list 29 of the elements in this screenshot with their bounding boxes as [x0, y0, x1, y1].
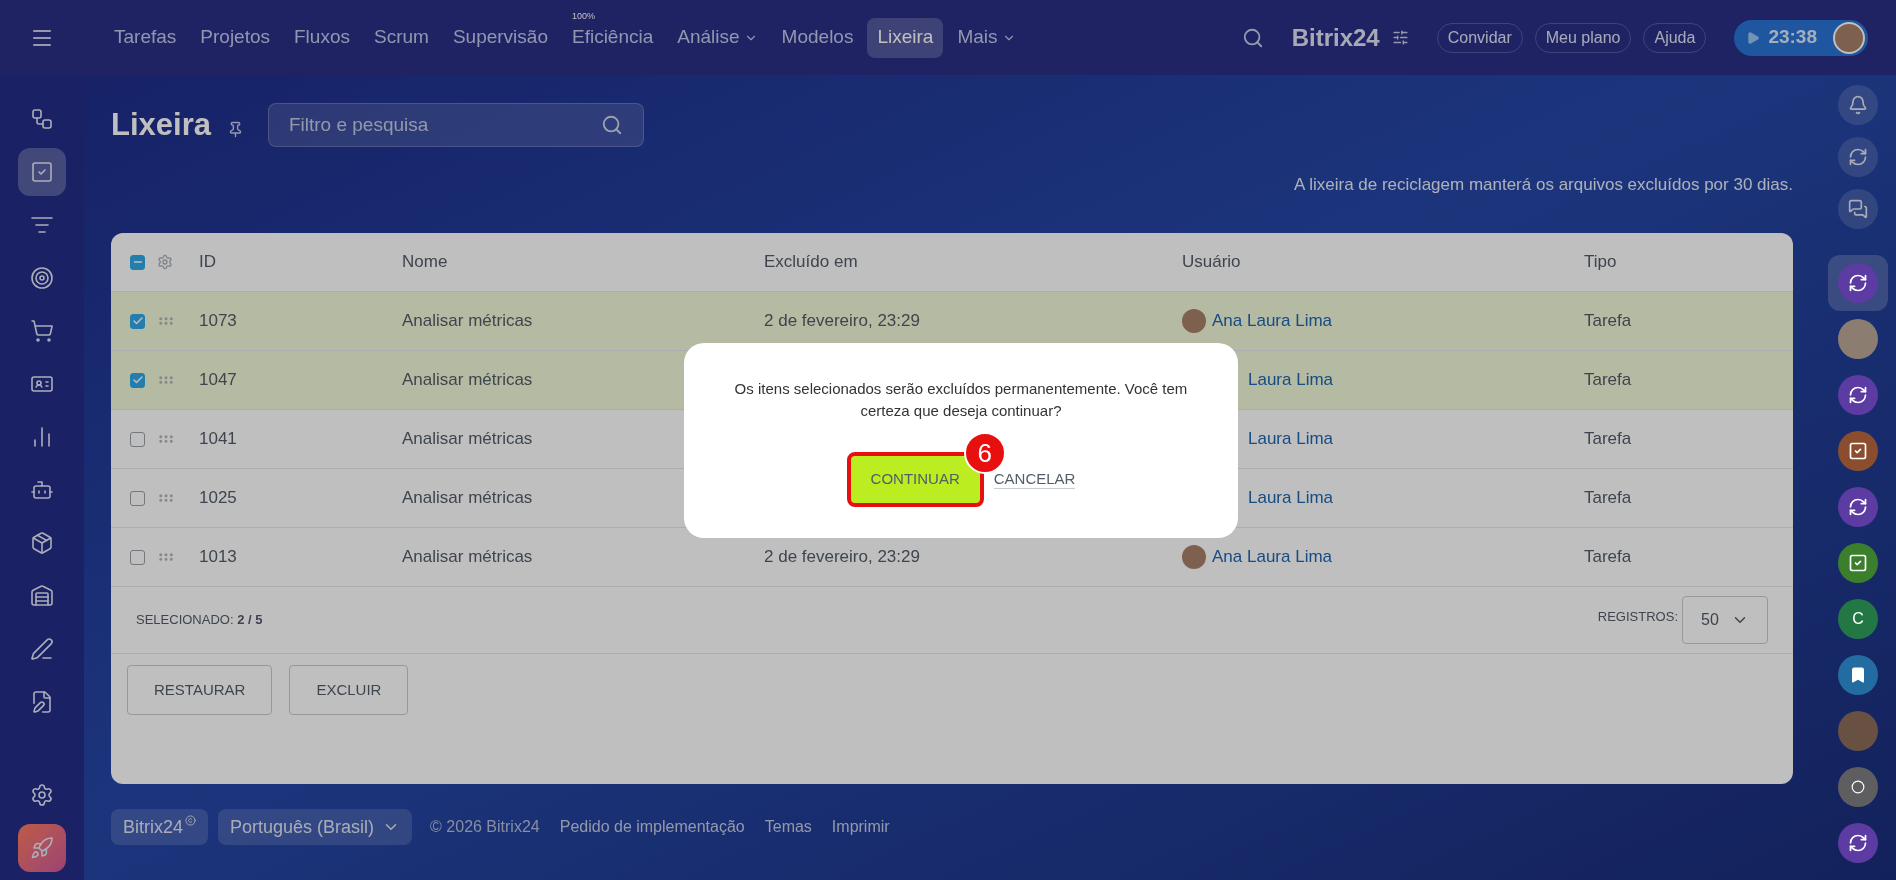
- table-cell-text: Tarefa: [1584, 487, 1632, 510]
- table-cell-text: Analisar métricas: [402, 310, 533, 333]
- selected-label: SELECIONADO: 2 / 5: [136, 611, 263, 630]
- table-cell-text: Analisar métricas: [402, 428, 533, 451]
- table-cell-text: Tarefa: [1584, 310, 1632, 333]
- table-cell-text: Analisar métricas: [402, 369, 533, 392]
- page-title: Lixeira: [111, 105, 211, 144]
- table-cell-text: Analisar métricas: [402, 546, 533, 569]
- copyright-text: © 2026 Bitrix24: [430, 817, 540, 837]
- table-cell-text: 1025: [199, 487, 237, 510]
- search-placeholder: Filtro e pesquisa: [288, 112, 430, 137]
- table-cell-text: Tarefa: [1584, 546, 1632, 569]
- dialog-message: Os itens selecionados serão excluídos permanentemente. Você tem certeza que deseja continuar?: [733, 379, 1189, 421]
- table-cell-text: Tarefa: [1584, 369, 1632, 392]
- step-badge: 6: [963, 432, 1006, 474]
- table-cell-text: Tarefa: [1584, 428, 1632, 451]
- table-cell-text: 1013: [199, 546, 237, 569]
- table-cell-text: Analisar métricas: [402, 487, 533, 510]
- table-cell: 2 de fevereiro, 23:29: [764, 547, 920, 567]
- info-text: A lixeira de reciclagem manterá os arquivos excluídos por 30 dias.: [1294, 174, 1793, 197]
- chat-letter: C: [1852, 609, 1864, 629]
- table-cell-text: 1073: [199, 310, 237, 333]
- logo-text: Bitrix24: [1291, 22, 1380, 53]
- nav-percent-label: 100%: [571, 9, 595, 23]
- table-cell-text: 1041: [199, 428, 237, 451]
- table-cell-text: 1047: [199, 369, 237, 392]
- timer-text: 23:38: [1768, 25, 1817, 50]
- page-size-label: REGISTROS:: [1597, 608, 1678, 626]
- table-cell: 2 de fevereiro, 23:29: [764, 311, 920, 331]
